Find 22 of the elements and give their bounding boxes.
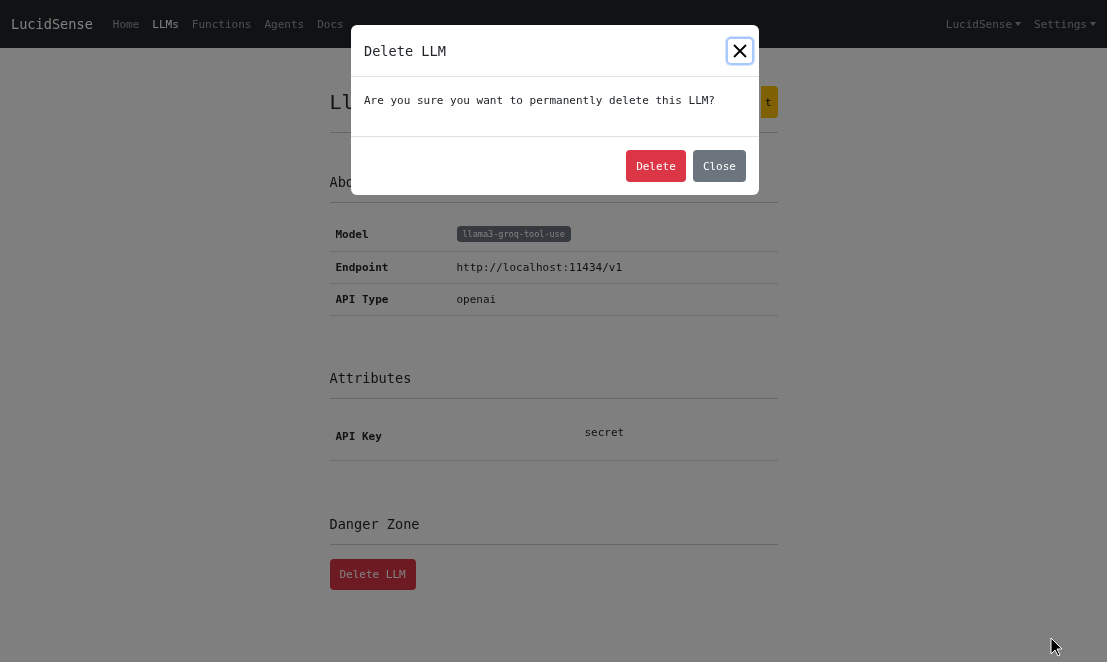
table-cell-text: API Key bbox=[335, 430, 383, 443]
dialog-message: Are you sure you want to permanently delete this LLM? bbox=[351, 77, 759, 137]
model-badge: llama3-groq-tool-use bbox=[456, 226, 571, 242]
close-button[interactable] bbox=[726, 36, 754, 65]
brand-logo[interactable]: LucidSense bbox=[11, 16, 93, 32]
table-cell-text: Model bbox=[335, 227, 370, 241]
section-heading: Danger Zone bbox=[329, 515, 421, 534]
section-heading: Attributes bbox=[329, 369, 413, 388]
nav-link[interactable]: LLMs bbox=[152, 17, 179, 31]
edit-button[interactable]: t bbox=[760, 86, 778, 118]
close-button[interactable]: Close bbox=[692, 150, 746, 182]
table-cell-text: Endpoint bbox=[335, 261, 390, 274]
table-cell-text: API Type bbox=[335, 293, 390, 306]
page-title: Ll bbox=[329, 90, 354, 114]
cursor-icon bbox=[1050, 637, 1063, 657]
close-icon bbox=[732, 42, 748, 59]
delete-button[interactable]: Delete LLM bbox=[329, 559, 416, 590]
table-cell-text: secret bbox=[584, 426, 626, 439]
dialog-title: Delete LLM bbox=[364, 42, 446, 59]
delete-button[interactable]: Delete bbox=[626, 150, 686, 182]
table-cell-text: http://localhost:11434/v1 bbox=[456, 261, 624, 274]
table-cell-text: openai bbox=[456, 293, 498, 306]
